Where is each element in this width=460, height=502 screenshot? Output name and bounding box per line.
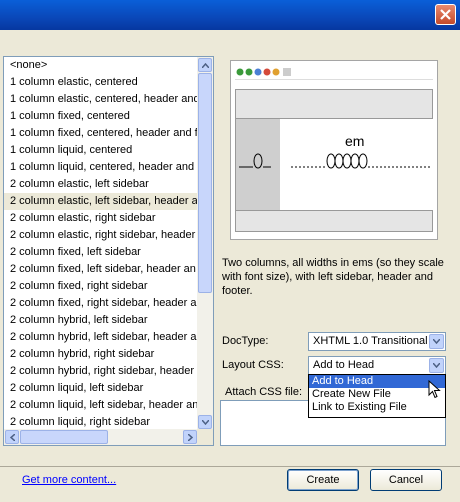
- close-icon: [440, 9, 451, 20]
- scroll-left-button[interactable]: [5, 430, 19, 444]
- list-item[interactable]: 2 column fixed, right sidebar, header a: [4, 295, 198, 312]
- attach-css-label: Attach CSS file:: [225, 386, 303, 398]
- create-button[interactable]: Create: [287, 469, 359, 491]
- chevron-down-icon: [201, 419, 209, 425]
- mouse-cursor-icon: [428, 380, 441, 399]
- list-item[interactable]: 2 column hybrid, right sidebar: [4, 346, 198, 363]
- option-create-new-file[interactable]: Create New File: [309, 388, 445, 401]
- horizontal-scroll-thumb[interactable]: [20, 430, 108, 444]
- option-add-to-head[interactable]: Add to Head: [309, 375, 445, 388]
- list-item[interactable]: 2 column elastic, right sidebar, header: [4, 227, 198, 244]
- layout-css-options[interactable]: Add to Head Create New File Link to Exis…: [308, 374, 446, 418]
- layout-css-dropdown-button[interactable]: [429, 358, 444, 373]
- spring-illustration: [239, 153, 431, 169]
- list-item[interactable]: 1 column elastic, centered: [4, 74, 198, 91]
- list-item[interactable]: 2 column elastic, right sidebar: [4, 210, 198, 227]
- layout-css-select[interactable]: Add to Head: [308, 356, 446, 375]
- doctype-value: XHTML 1.0 Transitional: [313, 335, 428, 347]
- scroll-right-button[interactable]: [183, 430, 197, 444]
- chevron-left-icon: [9, 433, 15, 441]
- scroll-corner: [197, 429, 213, 445]
- title-bar: [0, 0, 460, 30]
- list-item[interactable]: 2 column fixed, left sidebar: [4, 244, 198, 261]
- list-item[interactable]: <none>: [4, 57, 198, 74]
- list-item[interactable]: 1 column elastic, centered, header and: [4, 91, 198, 108]
- footer-divider: [0, 466, 460, 467]
- scroll-up-button[interactable]: [198, 58, 212, 72]
- list-item[interactable]: 2 column hybrid, left sidebar, header a: [4, 329, 198, 346]
- layout-description: Two columns, all widths in ems (so they …: [222, 257, 444, 297]
- close-button[interactable]: [435, 4, 456, 25]
- chevron-down-icon: [433, 339, 440, 344]
- scroll-down-button[interactable]: [198, 415, 212, 429]
- chevron-down-icon: [433, 363, 440, 368]
- chevron-right-icon: [187, 433, 193, 441]
- list-item[interactable]: 2 column liquid, right sidebar: [4, 414, 198, 430]
- doctype-select[interactable]: XHTML 1.0 Transitional: [308, 332, 446, 351]
- list-item[interactable]: 2 column elastic, left sidebar, header a: [4, 193, 198, 210]
- list-item[interactable]: 1 column liquid, centered: [4, 142, 198, 159]
- layout-preview: [230, 60, 438, 240]
- vertical-scroll-thumb[interactable]: [198, 73, 212, 293]
- list-item[interactable]: 1 column fixed, centered, header and f: [4, 125, 198, 142]
- layout-list-items: <none> 1 column elastic, centered 1 column…: [4, 57, 198, 430]
- option-link-to-existing-file[interactable]: Link to Existing File: [309, 401, 445, 414]
- list-item[interactable]: 1 column fixed, centered: [4, 108, 198, 125]
- list-item[interactable]: 2 column liquid, left sidebar, header an: [4, 397, 198, 414]
- layout-css-value: Add to Head: [313, 359, 375, 371]
- list-item[interactable]: 2 column fixed, right sidebar: [4, 278, 198, 295]
- horizontal-scrollbar[interactable]: [4, 429, 198, 445]
- list-item[interactable]: 2 column hybrid, left sidebar: [4, 312, 198, 329]
- vertical-scrollbar[interactable]: [197, 57, 213, 430]
- em-label: em: [345, 133, 365, 149]
- chevron-up-icon: [201, 62, 209, 68]
- list-item[interactable]: 2 column fixed, left sidebar, header an: [4, 261, 198, 278]
- list-item[interactable]: 2 column liquid, left sidebar: [4, 380, 198, 397]
- list-item[interactable]: 2 column elastic, left sidebar: [4, 176, 198, 193]
- doctype-label: DocType:: [222, 335, 269, 347]
- list-item[interactable]: 2 column hybrid, right sidebar, header: [4, 363, 198, 380]
- get-more-content-link[interactable]: Get more content...: [22, 474, 116, 486]
- cancel-button[interactable]: Cancel: [370, 469, 442, 491]
- list-item[interactable]: 1 column liquid, centered, header and f: [4, 159, 198, 176]
- layout-list[interactable]: <none> 1 column elastic, centered 1 column…: [3, 56, 214, 446]
- layout-css-label: Layout CSS:: [222, 359, 284, 371]
- doctype-dropdown-button[interactable]: [429, 334, 444, 349]
